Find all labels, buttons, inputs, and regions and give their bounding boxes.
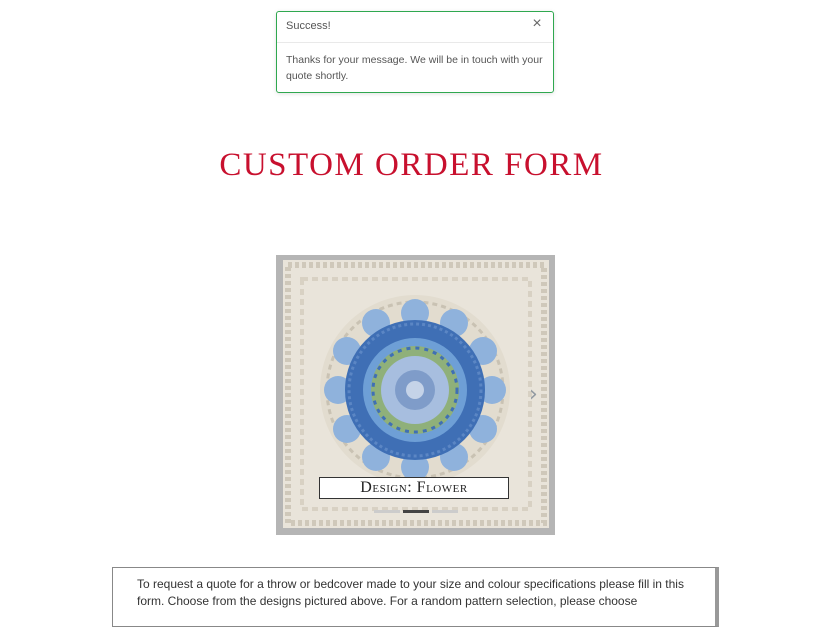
- intro-text: To request a quote for a throw or bedcov…: [137, 577, 684, 608]
- success-toast: Success! × Thanks for your message. We w…: [276, 11, 554, 93]
- close-icon[interactable]: ×: [529, 16, 545, 32]
- intro-box: To request a quote for a throw or bedcov…: [112, 567, 719, 627]
- page-title: CUSTOM ORDER FORM: [219, 147, 604, 183]
- slider-pagination: [374, 510, 458, 513]
- toast-title: Success!: [286, 20, 331, 32]
- slider-dot[interactable]: [432, 510, 458, 513]
- slider-dot[interactable]: [374, 510, 400, 513]
- slide-caption: Design: Flower: [319, 477, 509, 499]
- toast-message: Thanks for your message. We will be in t…: [286, 54, 543, 82]
- slider-dot-active[interactable]: [403, 510, 429, 513]
- design-slider[interactable]: › Design: Flower: [276, 255, 555, 535]
- toast-header: Success! ×: [277, 12, 553, 43]
- next-arrow-icon[interactable]: ›: [529, 384, 543, 406]
